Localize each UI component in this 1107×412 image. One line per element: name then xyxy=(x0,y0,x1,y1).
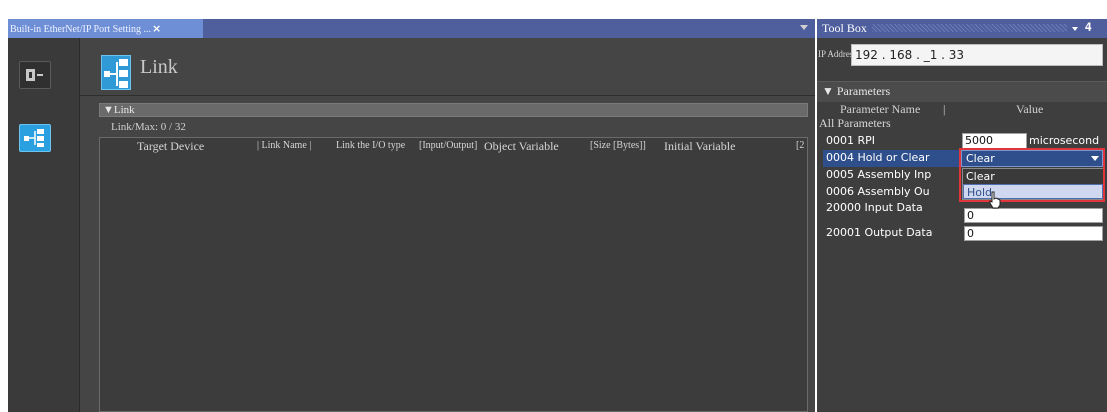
link-table[interactable] xyxy=(99,137,808,412)
column-initial-variable[interactable]: Initial Variable xyxy=(664,139,735,154)
param-value-input-data[interactable]: 0 xyxy=(964,208,1103,223)
page-title: Link xyxy=(140,56,178,78)
param-value-rpi[interactable]: 5000 xyxy=(962,133,1027,149)
column-size-bytes[interactable]: [Size [Bytes]] xyxy=(590,140,646,151)
ip-address-field[interactable]: 192 . 168 . _1 . 33 xyxy=(851,44,1103,66)
sidebar-button-link[interactable] xyxy=(19,124,51,152)
toolbox-title: Tool Box xyxy=(822,21,867,35)
column-parameter-name: Parameter Name xyxy=(840,102,921,116)
network-link-icon xyxy=(24,129,44,147)
tab-list-dropdown-icon[interactable] xyxy=(800,25,808,30)
link-header-icon xyxy=(101,55,131,90)
tab-ethernet-ip-port-setting[interactable]: Built-in EtherNet/IP Port Setting ...× xyxy=(8,19,203,38)
close-icon[interactable]: × xyxy=(152,22,161,35)
column-link-name[interactable]: | Link Name | xyxy=(257,140,311,151)
sidebar-button-tag[interactable] xyxy=(19,61,51,89)
param-name-output-data[interactable]: 20001 Output Data xyxy=(823,225,964,241)
link-section-label[interactable]: ▼Link xyxy=(103,103,135,117)
param-unit-rpi: microsecond xyxy=(1029,134,1100,147)
column-input-output[interactable]: [Input/Output] xyxy=(419,140,477,151)
all-parameters-label: All Parameters xyxy=(819,116,891,130)
divider xyxy=(80,95,815,96)
parameters-label[interactable]: ▼ Parameters xyxy=(822,84,890,99)
param-name-hold-or-clear[interactable]: 0004 Hold or Clear xyxy=(823,150,958,166)
param-name-rpi[interactable]: 0001 RPI xyxy=(823,133,958,149)
column-target-device[interactable]: Target Device xyxy=(137,139,204,154)
link-count-label: Link/Max: 0 / 32 xyxy=(111,121,186,133)
hand-cursor-icon xyxy=(989,191,1001,209)
column-object-variable[interactable]: Object Variable xyxy=(484,139,559,154)
chevron-down-icon[interactable] xyxy=(1072,27,1078,31)
pin-icon[interactable]: 𝟒 xyxy=(1085,20,1092,35)
param-name-input-data[interactable]: 20000 Input Data xyxy=(823,200,964,216)
editor-sidebar xyxy=(8,38,80,412)
column-value: Value xyxy=(1016,102,1044,116)
param-name-assembly-input[interactable]: 0005 Assembly Inp xyxy=(823,167,958,183)
column-divider: | xyxy=(943,102,946,116)
tab-label: Built-in EtherNet/IP Port Setting ... xyxy=(10,24,152,35)
link-table-header: Target Device | Link Name | Link the I/O… xyxy=(99,139,808,155)
param-name-assembly-output[interactable]: 0006 Assembly Ou xyxy=(823,184,958,200)
link-section-header[interactable] xyxy=(99,103,808,117)
tag-icon xyxy=(26,69,43,81)
column-link-io-type[interactable]: Link the I/O type xyxy=(336,140,405,151)
title-bar-grip xyxy=(872,24,1067,32)
param-value-output-data[interactable]: 0 xyxy=(964,226,1103,241)
highlight-annotation xyxy=(959,148,1105,202)
column-truncated: [2 xyxy=(796,140,805,151)
